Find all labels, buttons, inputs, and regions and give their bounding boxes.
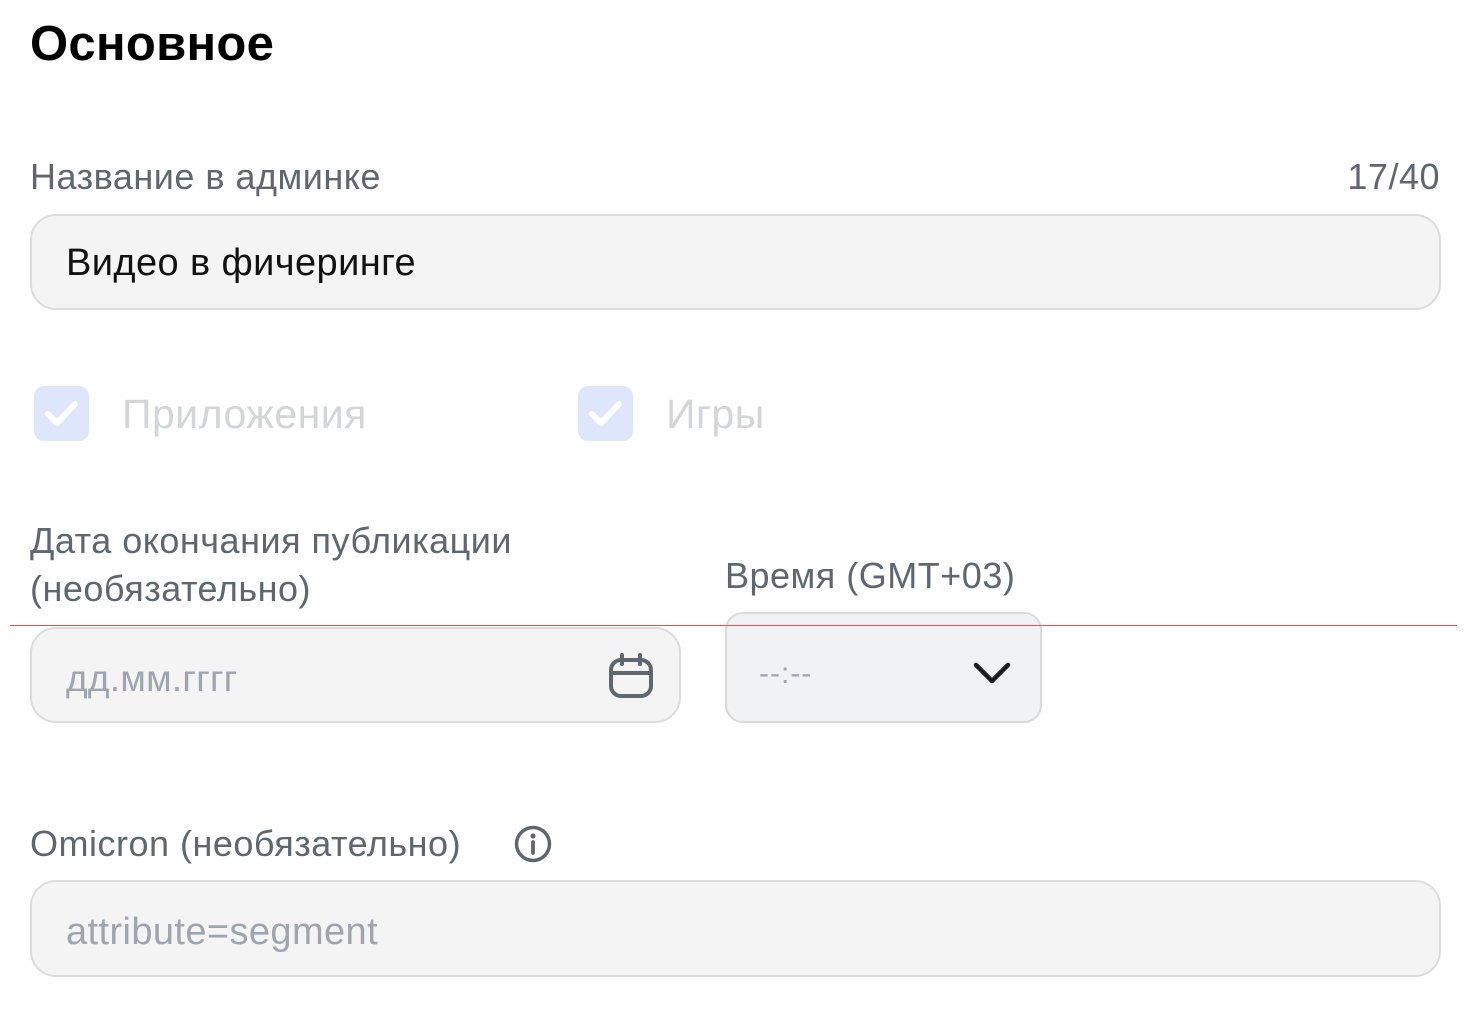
checkbox-games[interactable] <box>578 386 633 441</box>
time-select[interactable]: --:-- <box>725 612 1042 723</box>
omicron-label: Omicron (необязательно) <box>30 823 462 864</box>
checkmark-icon <box>45 401 78 426</box>
time-placeholder: --:-- <box>759 657 813 690</box>
time-label: Время (GMT+03) <box>725 555 1016 596</box>
checkbox-apps[interactable] <box>34 386 89 441</box>
omicron-placeholder: attribute=segment <box>66 911 379 953</box>
divider-line <box>10 625 1457 626</box>
info-icon[interactable] <box>513 824 553 864</box>
omicron-input[interactable]: attribute=segment <box>30 880 1441 977</box>
admin-name-input[interactable]: Видео в фичеринге <box>30 214 1441 310</box>
checkbox-games-label: Игры <box>666 391 765 437</box>
section-title: Основное <box>30 17 275 71</box>
admin-name-label: Название в админке <box>30 156 381 197</box>
admin-name-value: Видео в фичеринге <box>66 242 417 284</box>
calendar-icon[interactable] <box>608 653 654 699</box>
checkbox-apps-label: Приложения <box>122 391 367 437</box>
checkmark-icon <box>589 401 622 426</box>
end-date-label: Дата окончания публикации (необязательно… <box>30 520 512 609</box>
end-date-placeholder: дд.мм.гггг <box>66 658 238 699</box>
end-date-input[interactable]: дд.мм.гггг <box>30 627 681 723</box>
character-counter: 17/40 <box>1347 156 1440 197</box>
chevron-down-icon <box>973 662 1011 684</box>
